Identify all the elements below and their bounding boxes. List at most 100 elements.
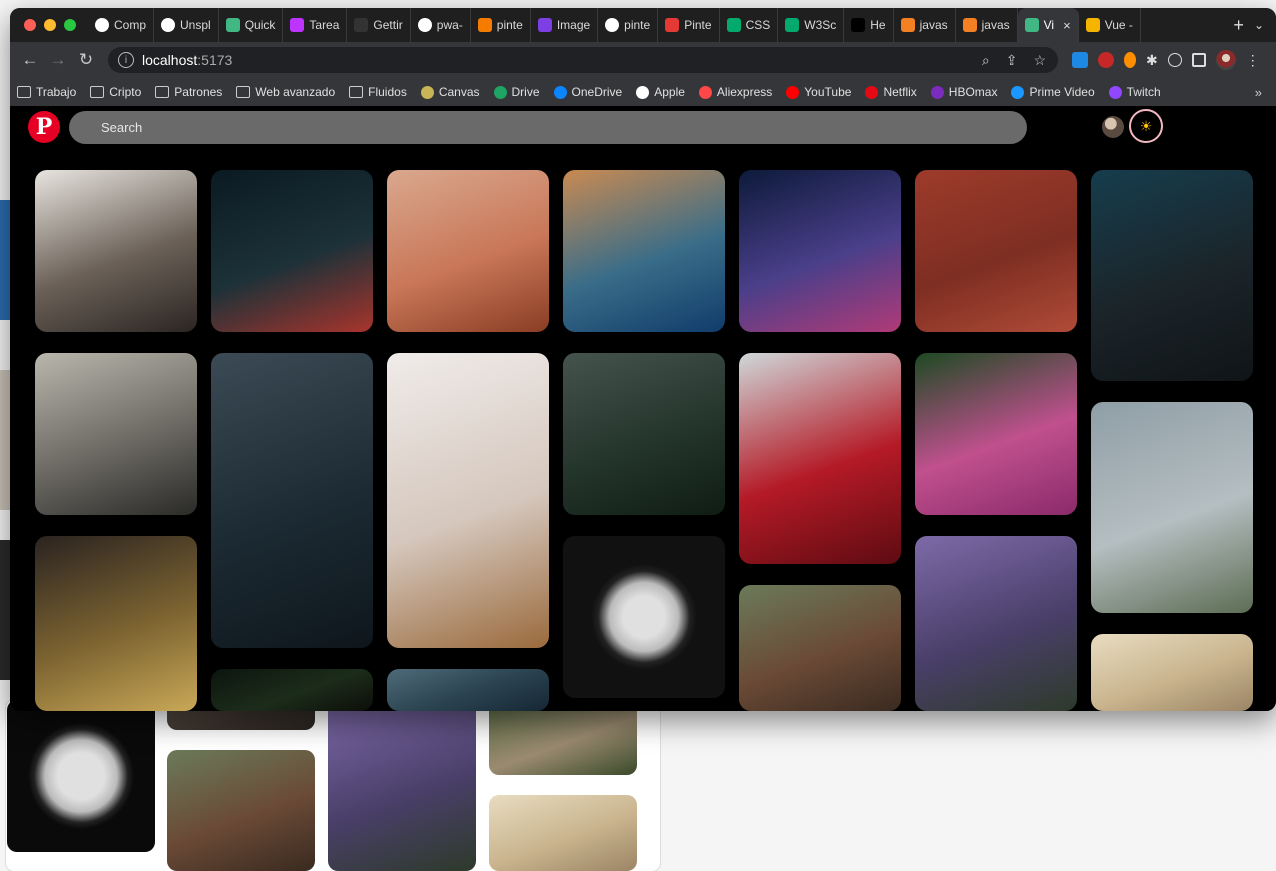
theme-toggle-sun-icon[interactable]: ☀: [1129, 109, 1163, 143]
tab-label: W3Sc: [804, 18, 837, 32]
maximize-window-button[interactable]: [64, 19, 76, 31]
pinterest-page: P ☀: [10, 106, 1276, 711]
bookmark-11[interactable]: Netflix: [858, 85, 923, 99]
bookmark-label: HBOmax: [948, 85, 998, 99]
tab-0[interactable]: Comp: [88, 8, 155, 42]
tab-16[interactable]: Vue -: [1079, 8, 1141, 42]
menu-kebab-icon[interactable]: ⋮: [1246, 52, 1260, 69]
pin-wooden-wall[interactable]: [1091, 634, 1253, 711]
media-icon[interactable]: [1167, 53, 1182, 67]
bookmark-8[interactable]: Apple: [629, 85, 692, 99]
onedrive-icon: [553, 85, 567, 99]
bookmark-13[interactable]: Prime Video: [1004, 85, 1101, 99]
bookmark-label: OneDrive: [571, 85, 623, 99]
search-input[interactable]: [69, 111, 1027, 144]
user-avatar[interactable]: [1102, 116, 1124, 138]
tab-5[interactable]: pwa-: [411, 8, 471, 42]
pin-woman-stairs[interactable]: [35, 353, 197, 515]
close-window-button[interactable]: [24, 19, 36, 31]
profile-avatar[interactable]: [1215, 50, 1236, 70]
pin-dark-leaves[interactable]: [211, 669, 373, 711]
bookmark-4[interactable]: Fluidos: [342, 85, 414, 99]
pin-dark-tower[interactable]: [1091, 170, 1253, 381]
tab-search-chevron-icon[interactable]: ⌄: [1254, 18, 1264, 32]
bookmark-0[interactable]: Trabajo: [10, 85, 83, 99]
pin-split-sea-rock[interactable]: [563, 170, 725, 332]
extension-icon[interactable]: [1124, 52, 1136, 68]
bookmark-3[interactable]: Web avanzado: [229, 85, 342, 99]
tab-2[interactable]: Quick: [219, 8, 284, 42]
tab-label: Image: [556, 18, 591, 32]
pin-red-sand-dunes[interactable]: [915, 170, 1077, 332]
medium-icon: [354, 18, 369, 32]
pin-tokyo-street[interactable]: [211, 353, 373, 648]
tab-11[interactable]: W3Sc: [778, 8, 845, 42]
github-icon: [95, 18, 109, 32]
close-tab-icon[interactable]: ×: [1063, 18, 1071, 33]
tab-14[interactable]: javas: [956, 8, 1018, 42]
bookmarks-overflow-button[interactable]: »: [1255, 85, 1262, 100]
pin-desert-rock[interactable]: [387, 170, 549, 332]
pin-misty-forest[interactable]: [563, 353, 725, 515]
tab-12[interactable]: He: [844, 8, 894, 42]
bookmark-14[interactable]: Twitch: [1102, 85, 1168, 99]
bookmark-5[interactable]: Canvas: [414, 85, 487, 99]
pinterest-logo[interactable]: P: [28, 111, 60, 143]
pin-pink-tulips[interactable]: [915, 353, 1077, 515]
new-tab-button[interactable]: +: [1223, 15, 1254, 36]
stripe-icon: [665, 18, 680, 32]
site-info-icon[interactable]: i: [118, 52, 134, 68]
tab-6[interactable]: pinte: [471, 8, 531, 42]
pin-white-sphere[interactable]: [563, 536, 725, 698]
minimize-window-button[interactable]: [44, 19, 56, 31]
folder-icon: [155, 86, 170, 98]
share-icon[interactable]: ⇪: [1006, 52, 1018, 69]
pin-golden-flowers[interactable]: [35, 536, 197, 711]
back-arrow-icon[interactable]: ←: [16, 50, 44, 70]
pin-white-interior[interactable]: [387, 353, 549, 648]
pin-lilac-woman[interactable]: [915, 536, 1077, 711]
tab-label: Pinte: [684, 18, 712, 32]
folder-icon: [236, 86, 251, 98]
puzzle-icon[interactable]: ✱: [1146, 52, 1158, 69]
bookmark-12[interactable]: HBOmax: [924, 85, 1005, 99]
tab-1[interactable]: Unspl: [154, 8, 219, 42]
bookmark-2[interactable]: Patrones: [148, 85, 229, 99]
bookmark-10[interactable]: YouTube: [779, 85, 858, 99]
tab-label: Unspl: [180, 18, 211, 32]
address-bar[interactable]: i localhost:5173 ⌕ ⇪ ☆: [108, 47, 1058, 73]
pin-city-night[interactable]: [739, 170, 901, 332]
pin-foggy-valley[interactable]: [1091, 402, 1253, 613]
tab-4[interactable]: Gettir: [347, 8, 411, 42]
tab-10[interactable]: CSS: [720, 8, 779, 42]
bookmark-6[interactable]: Drive: [487, 85, 547, 99]
pin-underwater-diver[interactable]: [211, 170, 373, 332]
pin-red-lounge[interactable]: [739, 353, 901, 564]
sidebar-icon[interactable]: [1191, 53, 1206, 67]
pin-ocean-waves[interactable]: [387, 669, 549, 711]
pin-woman-window[interactable]: [35, 170, 197, 332]
bookmark-star-icon[interactable]: ☆: [1033, 52, 1046, 69]
bookmark-7[interactable]: OneDrive: [547, 85, 630, 99]
tab-9[interactable]: Pinte: [658, 8, 720, 42]
bookmark-label: Patrones: [174, 85, 223, 99]
tab-strip: Comp Unspl Quick Tarea Gettir pwa-pinte Image p…: [88, 8, 1223, 42]
zoom-icon[interactable]: ⌕: [982, 52, 990, 69]
bookmark-1[interactable]: Cripto: [83, 85, 148, 99]
tab-label: Vi: [1043, 18, 1055, 32]
google-icon: [605, 18, 620, 32]
extension-icon[interactable]: [1098, 52, 1114, 68]
browser-toolbar: ← → ↻ i localhost:5173 ⌕ ⇪ ☆ ✱ ⋮: [10, 42, 1276, 78]
tab-8[interactable]: pinte: [598, 8, 659, 42]
pin-woman-hair[interactable]: [739, 585, 901, 711]
tab-3[interactable]: Tarea: [283, 8, 348, 42]
extension-icon[interactable]: [1072, 52, 1088, 68]
tab-13[interactable]: javas: [894, 8, 956, 42]
tab-7[interactable]: Image: [531, 8, 599, 42]
tab-15[interactable]: Vi ×: [1017, 8, 1079, 42]
folder-icon: [17, 86, 31, 98]
bg-lilac-woman: [328, 700, 476, 871]
bookmark-9[interactable]: Aliexpress: [692, 85, 779, 99]
reload-icon[interactable]: ↻: [72, 50, 100, 70]
forward-arrow-icon[interactable]: →: [44, 50, 72, 70]
